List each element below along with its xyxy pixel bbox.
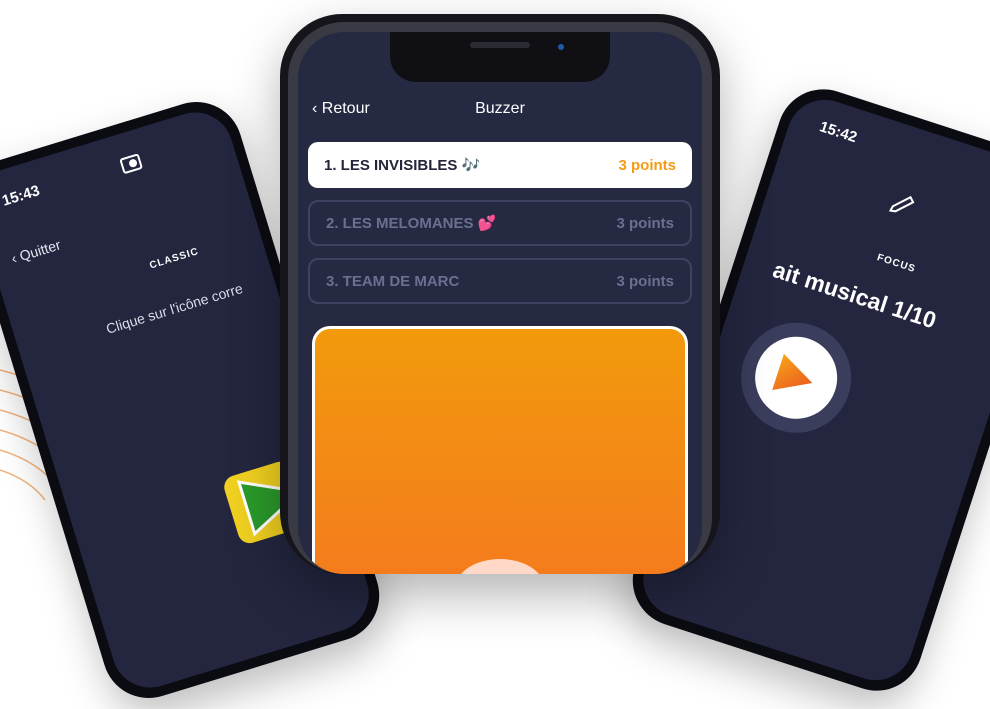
quit-label: Quitter [17,236,63,264]
team-name: 2. LES MELOMANES 💕 [326,215,497,232]
team-points: 3 points [616,272,674,290]
quiz-icon [117,150,148,179]
chevron-left-icon: ‹ [312,100,322,117]
team-row-1[interactable]: 1. LES INVISIBLES 🎶 3 points [308,142,692,188]
buzzer-knob [455,559,545,574]
pencil-icon [886,184,923,224]
status-time: 15:42 [817,118,860,147]
team-points: 3 points [618,156,676,174]
quit-button[interactable]: ‹ Quitter [9,236,62,266]
mode-label: FOCUS [875,252,918,276]
back-button[interactable]: ‹ Retour [312,100,370,118]
mode-label: CLASSIC [148,246,201,272]
back-label: Retour [321,100,370,117]
camera-dot [558,44,564,50]
buzzer-button[interactable] [312,326,688,574]
instruction-text: Clique sur l'icône corre [104,280,245,337]
status-time: 15:43 [0,182,42,210]
center-phone: Buzzer ‹ Retour 1. LES INVISIBLES 🎶 3 po… [280,14,720,574]
team-row-2[interactable]: 2. LES MELOMANES 💕 3 points [308,200,692,246]
center-phone-screen: Buzzer ‹ Retour 1. LES INVISIBLES 🎶 3 po… [298,32,702,574]
team-row-3[interactable]: 3. TEAM DE MARC 3 points [308,258,692,304]
team-name: 1. LES INVISIBLES 🎶 [324,157,481,174]
play-disc[interactable] [726,308,866,448]
team-points: 3 points [616,214,674,232]
notch [390,32,610,82]
team-name: 3. TEAM DE MARC [326,272,460,290]
